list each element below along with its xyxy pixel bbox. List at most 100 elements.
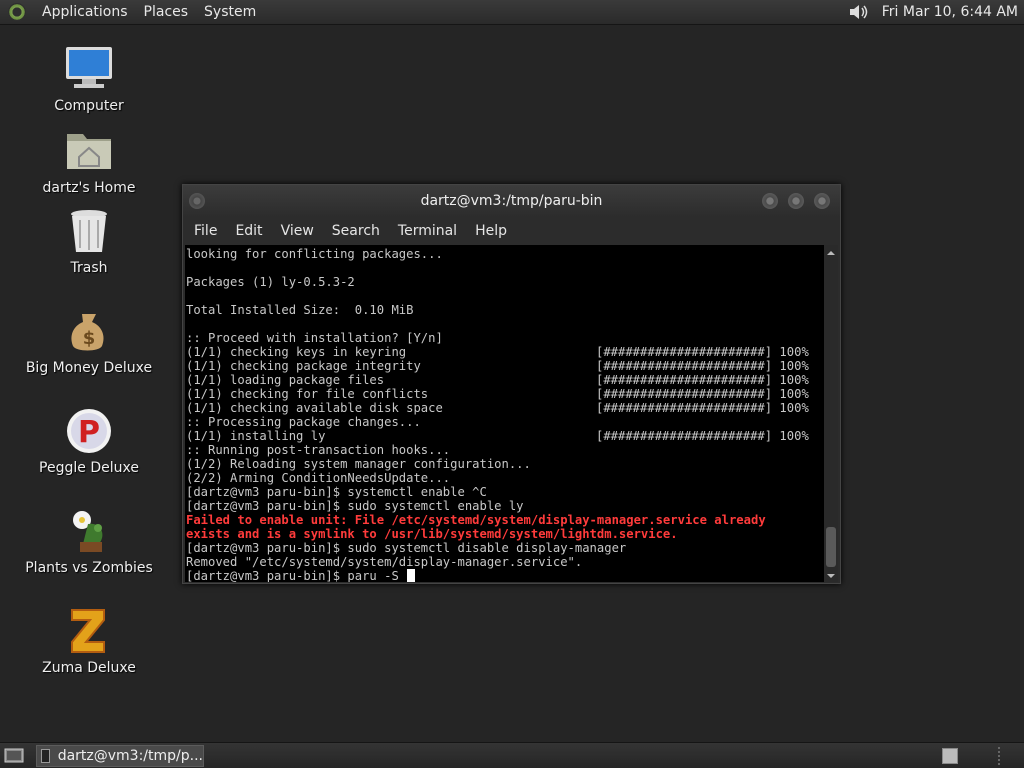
terminal-cursor: [407, 569, 416, 582]
desktop-icon-label: dartz's Home: [42, 180, 136, 196]
zuma-icon: [64, 608, 114, 654]
window-menu-icon[interactable]: [189, 193, 205, 209]
desktop-icon-big-money[interactable]: $ Big Money Deluxe: [24, 308, 154, 376]
terminal-line-text: (1/2) Reloading system manager configura…: [186, 457, 531, 471]
terminal-menubar: File Edit View Search Terminal Help: [183, 217, 840, 244]
scrollbar-thumb[interactable]: [826, 527, 836, 567]
terminal-line: Removed "/etc/systemd/system/display-man…: [186, 555, 826, 569]
progress-bar-text: [######################] 100%: [596, 429, 809, 443]
terminal-line: [dartz@vm3 paru-bin]$ systemctl enable ^…: [186, 485, 826, 499]
terminal-line: (1/2) Reloading system manager configura…: [186, 457, 826, 471]
terminal-line: :: Proceed with installation? [Y/n]: [186, 331, 826, 345]
terminal-line: [dartz@vm3 paru-bin]$ sudo systemctl ena…: [186, 499, 826, 513]
terminal-line-text: [dartz@vm3 paru-bin]$ paru -S: [186, 569, 407, 582]
terminal-line: (1/1) checking for file conflicts [######…: [186, 387, 826, 401]
terminal-line-text: (1/1) checking available disk space: [186, 401, 443, 415]
places-menu[interactable]: Places: [136, 4, 197, 20]
applications-menu[interactable]: Applications: [34, 4, 136, 20]
terminal-line-text: (1/1) checking for file conflicts: [186, 387, 429, 401]
terminal-line: Packages (1) ly-0.5.3-2: [186, 275, 826, 289]
progress-bar-text: [######################] 100%: [596, 401, 809, 415]
desktop-icon-label: Peggle Deluxe: [39, 460, 139, 476]
terminal-line-text: (1/1) checking package integrity: [186, 359, 421, 373]
terminal-line: (1/1) checking package integrity [#######…: [186, 359, 826, 373]
terminal-line: :: Running post-transaction hooks...: [186, 443, 826, 457]
desktop-icon-label: Big Money Deluxe: [25, 360, 153, 376]
terminal-line-text: looking for conflicting packages...: [186, 247, 443, 261]
window-titlebar[interactable]: dartz@vm3:/tmp/paru-bin: [183, 185, 840, 217]
terminal-error-line: Failed to enable unit: File /etc/systemd…: [186, 513, 826, 527]
terminal-line: (1/1) installing ly [####################…: [186, 429, 826, 443]
bottom-panel: dartz@vm3:/tmp/p...: [0, 742, 1024, 768]
peggle-icon: P: [64, 408, 114, 454]
distro-logo-icon[interactable]: [8, 3, 26, 21]
window-title: dartz@vm3:/tmp/paru-bin: [420, 193, 603, 209]
panel-handle: [998, 747, 1012, 765]
terminal-icon: [41, 748, 50, 763]
workspace-switcher-icon[interactable]: [942, 747, 958, 764]
speaker-icon[interactable]: [848, 2, 870, 22]
terminal-line: (1/1) loading package files [############…: [186, 373, 826, 387]
terminal-line: :: Processing package changes...: [186, 415, 826, 429]
maximize-button[interactable]: [788, 193, 804, 209]
menu-edit[interactable]: Edit: [226, 223, 271, 239]
terminal-line-text: Packages (1) ly-0.5.3-2: [186, 275, 355, 289]
terminal-line-text: exists and is a symlink to /usr/lib/syst…: [186, 527, 678, 541]
progress-bar-text: [######################] 100%: [596, 387, 809, 401]
terminal-line-text: :: Running post-transaction hooks...: [186, 443, 451, 457]
terminal-line-text: :: Processing package changes...: [186, 415, 421, 429]
terminal-output[interactable]: looking for conflicting packages... Packa…: [185, 245, 826, 582]
menu-view[interactable]: View: [272, 223, 323, 239]
desktop-icon-trash[interactable]: Trash: [24, 208, 154, 276]
terminal-line-text: (2/2) Arming ConditionNeedsUpdate...: [186, 471, 451, 485]
minimize-button[interactable]: [762, 193, 778, 209]
progress-bar-text: [######################] 100%: [596, 373, 809, 387]
desktop-icon-peggle[interactable]: P Peggle Deluxe: [24, 408, 154, 476]
terminal-line-text: Failed to enable unit: File /etc/systemd…: [186, 513, 766, 527]
terminal-line: looking for conflicting packages...: [186, 247, 826, 261]
desktop-icon-pvz[interactable]: Plants vs Zombies: [24, 508, 154, 576]
top-panel: Applications Places System Fri Mar 10, 6…: [0, 0, 1024, 25]
taskbar-button-label: dartz@vm3:/tmp/p...: [57, 747, 203, 764]
clock[interactable]: Fri Mar 10, 6:44 AM: [880, 4, 1020, 20]
terminal-line-text: [dartz@vm3 paru-bin]$ sudo systemctl dis…: [186, 541, 627, 555]
close-button[interactable]: [814, 193, 830, 209]
desktop-icon-zuma[interactable]: Zuma Deluxe: [24, 608, 154, 676]
terminal-line-text: :: Proceed with installation? [Y/n]: [186, 331, 443, 345]
desktop-icon-label: Plants vs Zombies: [25, 560, 153, 576]
menu-search[interactable]: Search: [323, 223, 389, 239]
terminal-error-line: exists and is a symlink to /usr/lib/syst…: [186, 527, 826, 541]
computer-icon: [64, 46, 114, 92]
svg-text:$: $: [83, 328, 96, 349]
show-desktop-icon[interactable]: [4, 747, 24, 765]
scroll-down-icon[interactable]: [824, 568, 838, 582]
terminal-line-text: (1/1) checking keys in keyring: [186, 345, 407, 359]
desktop-icon-computer[interactable]: Computer: [24, 46, 154, 114]
menu-terminal[interactable]: Terminal: [389, 223, 466, 239]
terminal-scrollbar[interactable]: [824, 245, 838, 582]
terminal-line-text: Total Installed Size: 0.10 MiB: [186, 303, 414, 317]
desktop-icon-label: Zuma Deluxe: [42, 660, 136, 676]
terminal-line: (1/1) checking keys in keyring [#########…: [186, 345, 826, 359]
terminal-line-text: Removed "/etc/systemd/system/display-man…: [186, 555, 583, 569]
terminal-line: (1/1) checking available disk space [####…: [186, 401, 826, 415]
system-menu[interactable]: System: [196, 4, 264, 20]
terminal-window[interactable]: dartz@vm3:/tmp/paru-bin File Edit View S…: [182, 184, 841, 584]
menu-help[interactable]: Help: [466, 223, 516, 239]
home-folder-icon: [64, 128, 114, 174]
plants-vs-zombies-icon: [64, 508, 114, 554]
taskbar-button-terminal[interactable]: dartz@vm3:/tmp/p...: [36, 744, 204, 767]
progress-bar-text: [######################] 100%: [596, 345, 809, 359]
terminal-line-text: [dartz@vm3 paru-bin]$ systemctl enable ^…: [186, 485, 487, 499]
desktop-icon-home[interactable]: dartz's Home: [24, 128, 154, 196]
terminal-line-text: [dartz@vm3 paru-bin]$ sudo systemctl ena…: [186, 499, 524, 513]
scroll-up-icon[interactable]: [824, 245, 838, 259]
svg-text:P: P: [78, 415, 100, 450]
menu-file[interactable]: File: [185, 223, 226, 239]
terminal-line-text: (1/1) installing ly: [186, 429, 326, 443]
desktop-icon-label: Computer: [54, 98, 124, 114]
desktop-icon-label: Trash: [70, 260, 108, 276]
